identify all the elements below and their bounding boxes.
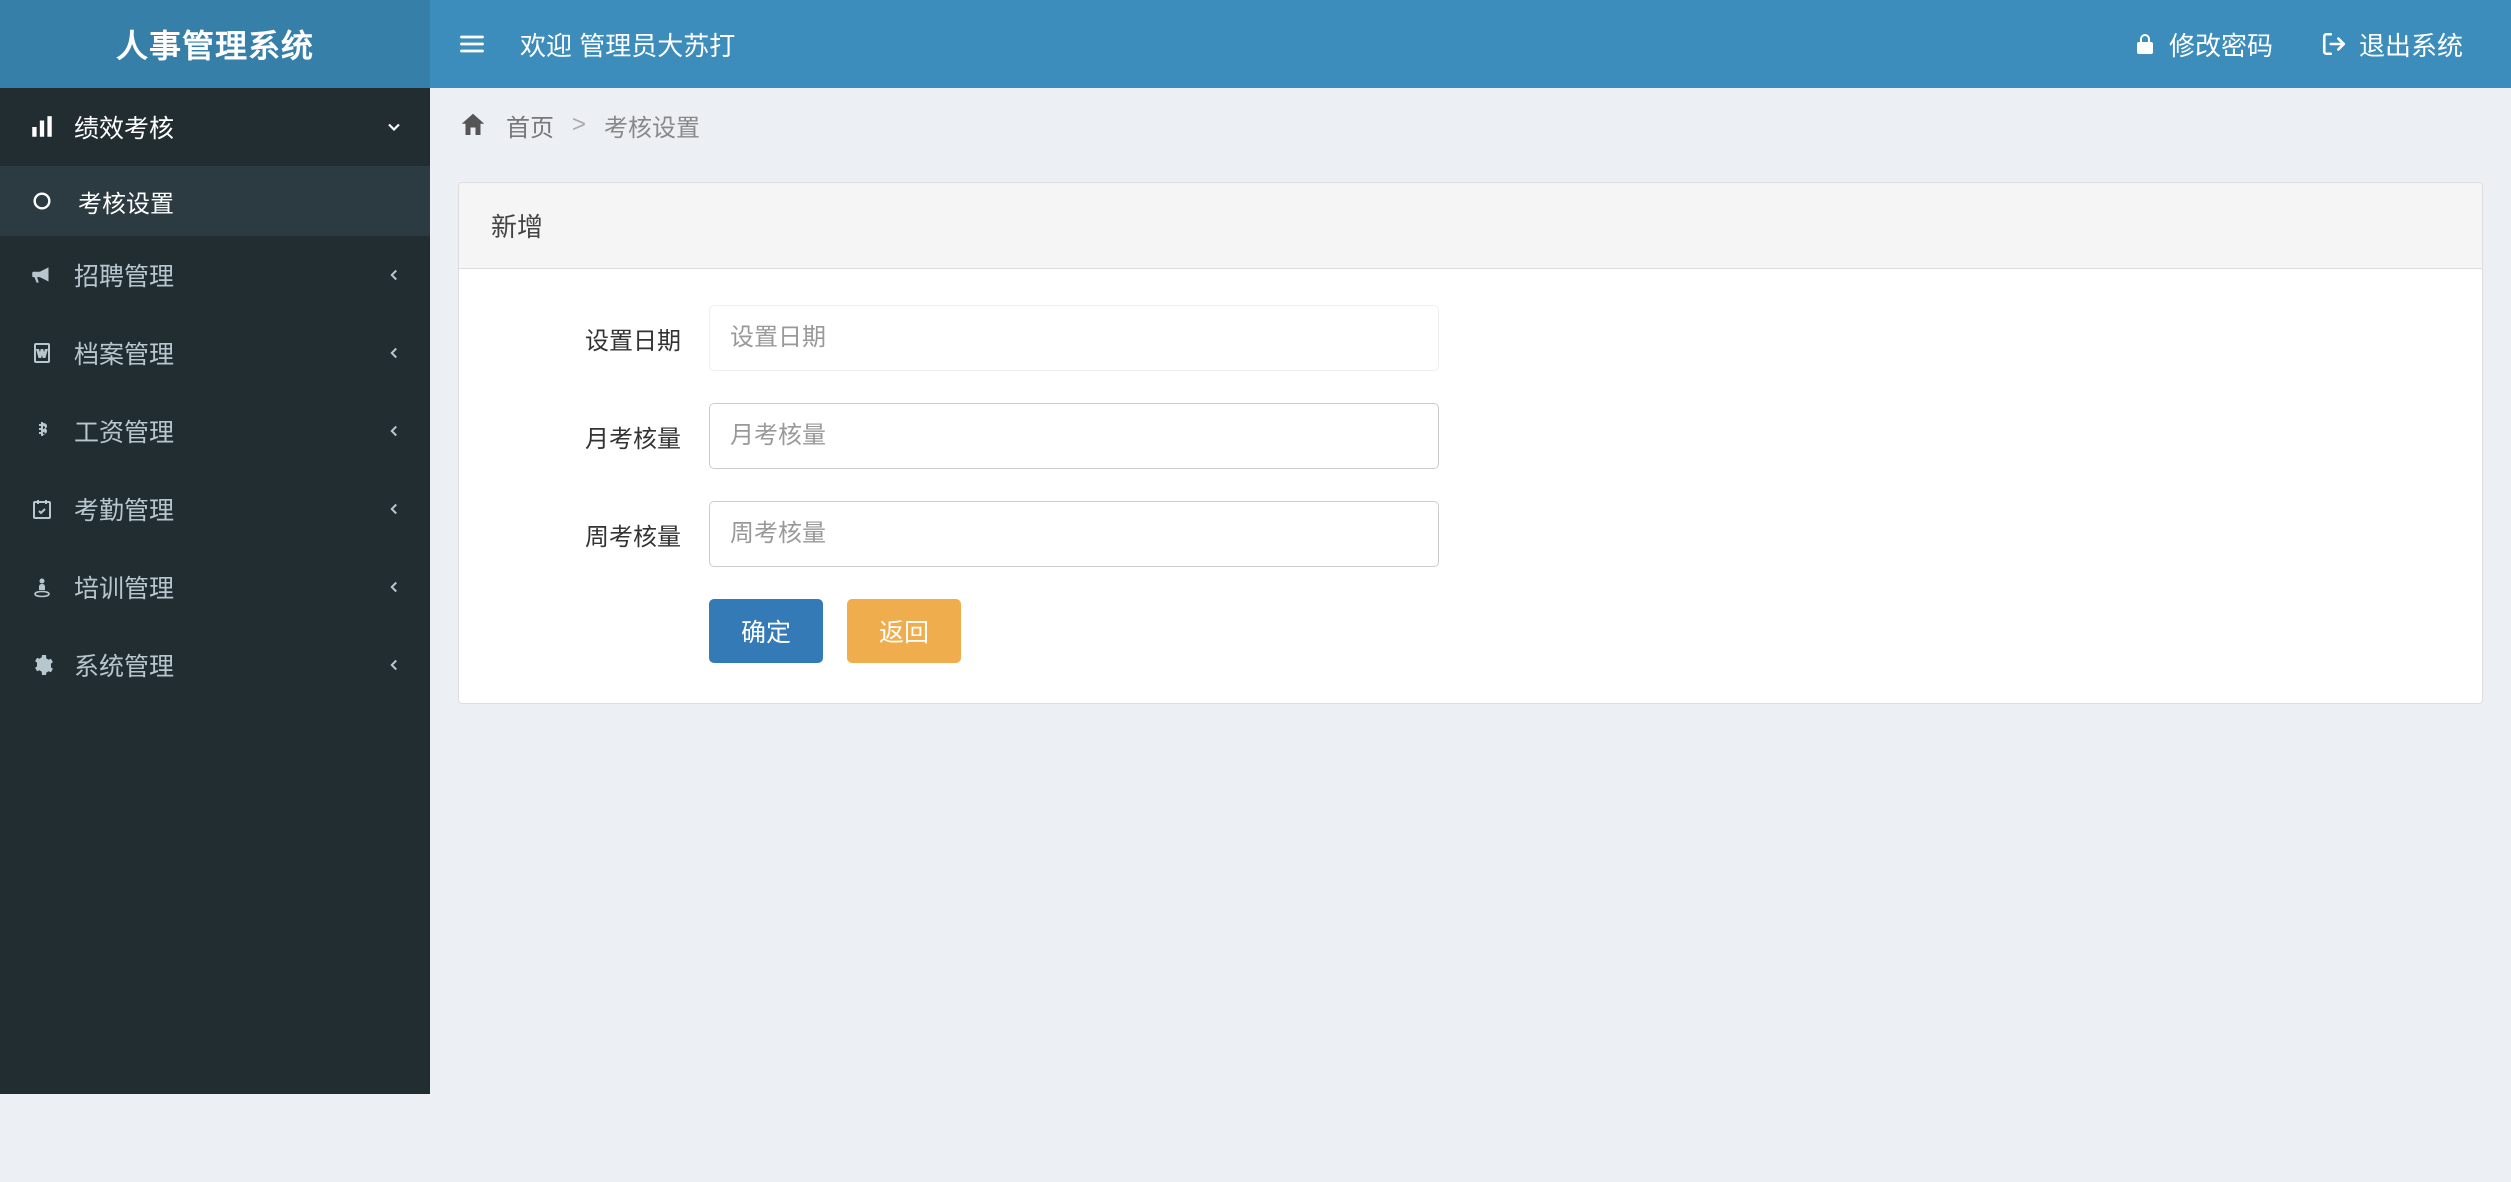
app-logo: 人事管理系统 xyxy=(0,0,430,88)
content-wrapper: 首页 > 考核设置 新增 设置日期 月考核量 周考核量 确定 返回 xyxy=(430,88,2511,1094)
sidebar-item-label: 培训管理 xyxy=(74,569,382,605)
welcome-text: 欢迎 管理员大苏打 xyxy=(520,26,735,63)
date-label: 设置日期 xyxy=(499,321,709,356)
panel-title: 新增 xyxy=(459,183,2482,269)
month-label: 月考核量 xyxy=(499,419,709,454)
change-password-link[interactable]: 修改密码 xyxy=(2133,26,2273,63)
week-label: 周考核量 xyxy=(499,517,709,552)
sidebar-menu: 绩效考核 考核设置 招聘管理 W xyxy=(0,88,430,704)
logout-link[interactable]: 退出系统 xyxy=(2321,26,2463,63)
chevron-left-icon xyxy=(382,500,406,518)
chevron-left-icon xyxy=(382,344,406,362)
nav-left: 欢迎 管理员大苏打 xyxy=(458,26,735,63)
form-panel: 新增 设置日期 月考核量 周考核量 确定 返回 xyxy=(458,182,2483,704)
bar-chart-icon xyxy=(24,114,60,140)
sidebar-item-label: 绩效考核 xyxy=(74,109,382,145)
sidebar-item-label: 系统管理 xyxy=(74,647,382,683)
form-buttons: 确定 返回 xyxy=(709,599,2442,663)
sidebar-subitem-label: 考核设置 xyxy=(78,184,174,219)
sidebar: 绩效考核 考核设置 招聘管理 W xyxy=(0,88,430,1094)
nav-right: 修改密码 退出系统 xyxy=(2133,26,2483,63)
sidebar-toggle-button[interactable] xyxy=(458,30,486,58)
breadcrumb-separator: > xyxy=(572,111,586,139)
app-title: 人事管理系统 xyxy=(116,21,314,67)
chevron-left-icon xyxy=(382,656,406,674)
panel-body: 设置日期 月考核量 周考核量 确定 返回 xyxy=(459,269,2482,703)
gear-icon xyxy=(24,653,60,677)
logout-label: 退出系统 xyxy=(2359,26,2463,63)
sidebar-item-performance[interactable]: 绩效考核 xyxy=(0,88,430,166)
breadcrumb-home-link[interactable]: 首页 xyxy=(506,108,554,143)
chevron-left-icon xyxy=(382,422,406,440)
sidebar-item-label: 招聘管理 xyxy=(74,257,382,293)
submit-button[interactable]: 确定 xyxy=(709,599,823,663)
lock-icon xyxy=(2133,32,2157,56)
breadcrumb: 首页 > 考核设置 xyxy=(430,88,2511,162)
circle-icon xyxy=(24,190,60,212)
chevron-left-icon xyxy=(382,578,406,596)
home-icon xyxy=(458,110,488,140)
sidebar-item-attendance[interactable]: 考勤管理 xyxy=(0,470,430,548)
logout-icon xyxy=(2321,31,2347,57)
calendar-check-icon xyxy=(24,497,60,521)
sidebar-item-label: 考勤管理 xyxy=(74,491,382,527)
month-input[interactable] xyxy=(709,403,1439,469)
form-row-month: 月考核量 xyxy=(499,403,2442,469)
file-word-icon: W xyxy=(24,341,60,365)
top-header: 人事管理系统 欢迎 管理员大苏打 修改密码 退出系统 xyxy=(0,0,2511,88)
sidebar-item-system[interactable]: 系统管理 xyxy=(0,626,430,704)
form-row-date: 设置日期 xyxy=(499,305,2442,371)
change-password-label: 修改密码 xyxy=(2169,26,2273,63)
sidebar-item-archive[interactable]: W 档案管理 xyxy=(0,314,430,392)
form-row-week: 周考核量 xyxy=(499,501,2442,567)
street-view-icon xyxy=(24,575,60,599)
back-button[interactable]: 返回 xyxy=(847,599,961,663)
hamburger-icon xyxy=(458,30,486,58)
submenu-performance: 考核设置 xyxy=(0,166,430,236)
date-input[interactable] xyxy=(709,305,1439,371)
week-input[interactable] xyxy=(709,501,1439,567)
chevron-down-icon xyxy=(382,117,406,137)
sidebar-item-label: 工资管理 xyxy=(74,413,382,449)
sidebar-item-salary[interactable]: 工资管理 xyxy=(0,392,430,470)
sidebar-subitem-assessment-settings[interactable]: 考核设置 xyxy=(0,166,430,236)
bullhorn-icon xyxy=(24,262,60,288)
chevron-left-icon xyxy=(382,266,406,284)
sidebar-item-label: 档案管理 xyxy=(74,335,382,371)
bitcoin-icon xyxy=(24,419,60,443)
sidebar-item-training[interactable]: 培训管理 xyxy=(0,548,430,626)
breadcrumb-current: 考核设置 xyxy=(604,108,700,143)
sidebar-item-recruitment[interactable]: 招聘管理 xyxy=(0,236,430,314)
svg-text:W: W xyxy=(37,349,47,360)
navbar: 欢迎 管理员大苏打 修改密码 退出系统 xyxy=(430,0,2511,88)
